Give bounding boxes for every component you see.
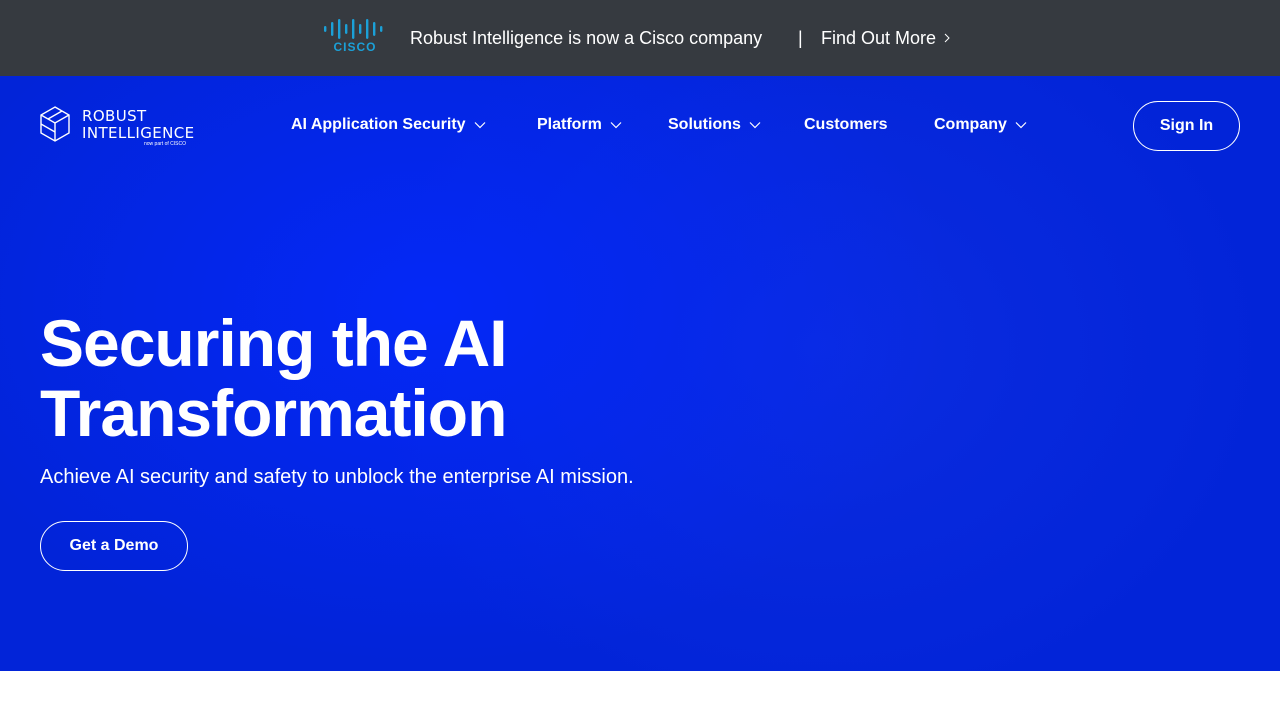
announcement-text: Robust Intelligence is now a Cisco compa… xyxy=(410,28,763,48)
find-out-more-link[interactable]: Find Out More xyxy=(821,26,950,50)
cisco-logo-icon: CISCO xyxy=(324,19,383,54)
sign-in-button[interactable]: Sign In xyxy=(1133,101,1240,151)
nav-item-label: Company xyxy=(934,116,1007,133)
find-out-more-label: Find Out More xyxy=(821,28,937,48)
chevron-down-icon xyxy=(474,122,485,129)
nav-item-company[interactable]: Company xyxy=(934,112,1027,138)
nav-item-customers[interactable]: Customers xyxy=(804,112,888,138)
cisco-logo-text: CISCO xyxy=(333,40,376,54)
chevron-down-icon xyxy=(749,122,761,129)
hero-headline: Securing the AI Transformation xyxy=(40,306,508,450)
brand-subtitle: now part of CISCO xyxy=(144,141,186,147)
nav-item-solutions[interactable]: Solutions xyxy=(668,112,761,138)
hero-section: ROBUST INTELLIGENCE now part of CISCO AI… xyxy=(0,76,1280,671)
chevron-right-icon xyxy=(944,33,950,43)
brand-logo[interactable]: ROBUST INTELLIGENCE now part of CISCO xyxy=(40,106,195,148)
nav-item-ai-application-security[interactable]: AI Application Security xyxy=(291,112,486,138)
nav-item-platform[interactable]: Platform xyxy=(537,112,622,138)
chevron-down-icon xyxy=(1015,122,1027,129)
cube-logo-icon xyxy=(40,106,70,142)
hero-subline: Achieve AI security and safety to unbloc… xyxy=(40,466,634,488)
nav-item-label: Platform xyxy=(537,116,602,133)
nav-item-label: Customers xyxy=(804,116,888,133)
chevron-down-icon xyxy=(610,122,622,129)
nav-item-label: Solutions xyxy=(668,116,741,133)
get-a-demo-button[interactable]: Get a Demo xyxy=(40,521,188,571)
nav-item-label: AI Application Security xyxy=(291,116,466,133)
announcement-bar: CISCO Robust Intelligence is now a Cisco… xyxy=(0,0,1280,76)
announcement-separator: | xyxy=(798,28,803,48)
brand-name: ROBUST INTELLIGENCE xyxy=(82,107,195,142)
